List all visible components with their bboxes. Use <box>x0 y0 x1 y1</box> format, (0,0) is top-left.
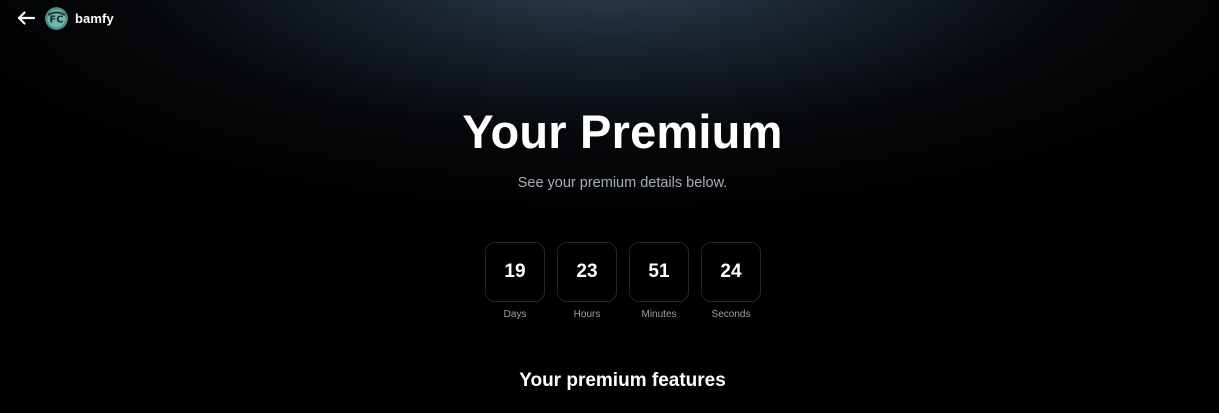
countdown-minutes: 51 Minutes <box>629 242 689 320</box>
countdown-timer: 19 Days 23 Hours 51 Minutes 24 Seconds <box>485 242 761 320</box>
back-button[interactable] <box>16 8 36 28</box>
countdown-value: 24 <box>701 242 761 302</box>
countdown-days: 19 Days <box>485 242 545 320</box>
countdown-label: Minutes <box>641 309 677 320</box>
countdown-seconds: 24 Seconds <box>701 242 761 320</box>
countdown-hours: 23 Hours <box>557 242 617 320</box>
countdown-label: Seconds <box>711 309 751 320</box>
countdown-value: 19 <box>485 242 545 302</box>
countdown-value: 23 <box>557 242 617 302</box>
features-heading: Your premium features <box>519 370 726 391</box>
premium-page: FC bamfy Your Premium See your premium d… <box>0 0 1219 413</box>
svg-text:FC: FC <box>49 14 63 25</box>
arrow-left-icon <box>17 11 35 25</box>
page-title: Your Premium <box>462 105 783 158</box>
countdown-value: 51 <box>629 242 689 302</box>
username[interactable]: bamfy <box>75 11 114 26</box>
avatar[interactable]: FC <box>45 6 68 30</box>
countdown-label: Hours <box>573 309 601 320</box>
page-subtitle: See your premium details below. <box>517 175 728 191</box>
avatar-image: FC <box>45 6 68 30</box>
top-bar: FC bamfy <box>16 6 114 30</box>
countdown-label: Days <box>503 309 527 320</box>
